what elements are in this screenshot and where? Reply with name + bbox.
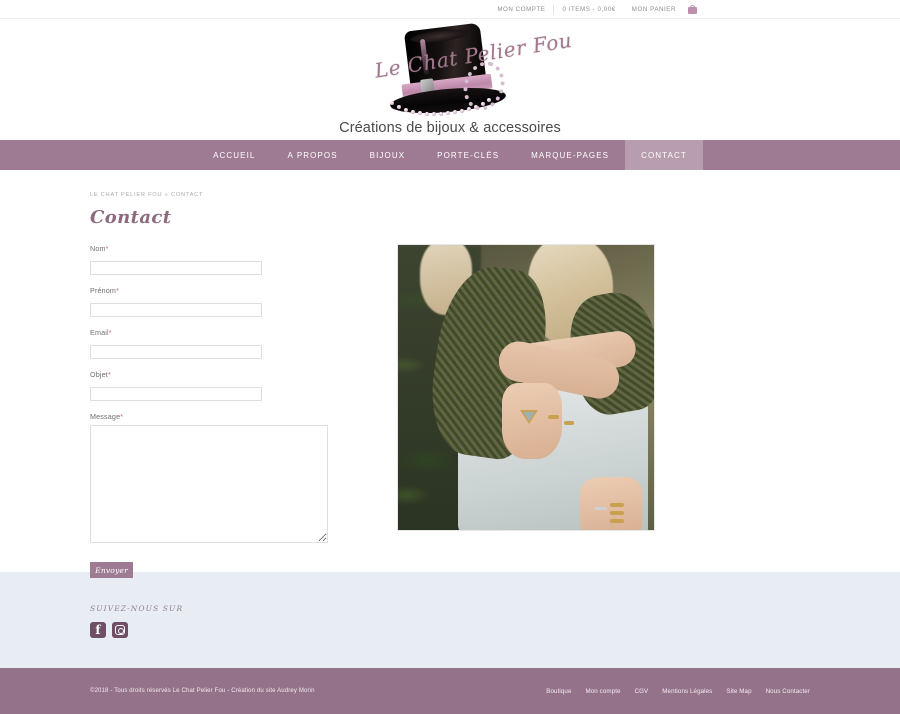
- contact-photo: [397, 244, 655, 531]
- page-title: Contact: [90, 207, 172, 228]
- footer-link-mon-compte[interactable]: Mon compte: [586, 688, 621, 695]
- required-star: *: [105, 244, 109, 253]
- label-nom: Nom*: [90, 244, 352, 253]
- site-logo-block[interactable]: Le Chat Pelier Fou Créations de bijoux &…: [0, 19, 900, 140]
- instagram-glyph: [115, 625, 125, 635]
- contact-content-row: Nom* Prénom* Email* Objet* Message* Envo…: [90, 244, 810, 578]
- page-content: LE CHAT PELIER FOU » CONTACT Contact Nom…: [0, 170, 900, 578]
- ring-icon: [564, 421, 574, 425]
- ring-icon: [594, 507, 607, 510]
- breadcrumb: LE CHAT PELIER FOU » CONTACT: [90, 170, 810, 198]
- nav-item-a-propos[interactable]: A PROPOS: [272, 140, 354, 170]
- ring-icon: [610, 519, 624, 523]
- required-star: *: [120, 412, 124, 421]
- footer-copyright: ©2018 - Tous droits réservés Le Chat Pel…: [90, 688, 315, 694]
- input-email[interactable]: [90, 344, 262, 359]
- label-prenom-text: Prénom: [90, 286, 117, 295]
- nav-item-porte-cles[interactable]: PORTE-CLÉS: [421, 140, 515, 170]
- nav-item-contact[interactable]: CONTACT: [625, 140, 703, 170]
- input-objet[interactable]: [90, 386, 262, 401]
- ring-icon: [548, 415, 559, 419]
- input-prenom[interactable]: [90, 302, 262, 317]
- field-prenom: Prénom*: [90, 286, 352, 317]
- breadcrumb-home[interactable]: LE CHAT PELIER FOU: [90, 192, 162, 198]
- social-band: SUIVEZ-NOUS SUR f: [0, 572, 900, 668]
- footer-link-site-map[interactable]: Site Map: [726, 688, 751, 695]
- my-account-link[interactable]: MON COMPTE: [489, 0, 553, 19]
- top-hat-logo-icon: Le Chat Pelier Fou: [360, 22, 574, 118]
- breadcrumb-separator: »: [164, 192, 169, 198]
- input-nom[interactable]: [90, 260, 262, 275]
- logo-tagline: Créations de bijoux & accessoires: [339, 120, 561, 136]
- label-message: Message*: [90, 412, 352, 421]
- top-utility-bar: MON COMPTE 0 ITEMS - 0,00€ MON PANIER: [0, 0, 900, 19]
- label-prenom: Prénom*: [90, 286, 352, 295]
- field-email: Email*: [90, 328, 352, 359]
- ring-icon: [520, 410, 538, 424]
- footer-link-cgv[interactable]: CGV: [635, 688, 649, 695]
- footer-links: Boutique Mon compte CGV Mentions Légales…: [546, 688, 810, 695]
- footer-link-boutique[interactable]: Boutique: [546, 688, 571, 695]
- label-message-text: Message: [90, 412, 121, 421]
- facebook-glyph: f: [95, 623, 101, 637]
- nav-item-marque-pages[interactable]: MARQUE-PAGES: [515, 140, 625, 170]
- ring-icon: [610, 511, 624, 515]
- social-title: SUIVEZ-NOUS SUR: [90, 604, 184, 613]
- required-star: *: [116, 286, 120, 295]
- required-star: *: [107, 370, 111, 379]
- label-objet: Objet*: [90, 370, 352, 379]
- shopping-bag-icon[interactable]: [688, 4, 697, 14]
- my-cart-link[interactable]: MON PANIER: [624, 0, 684, 19]
- nav-item-bijoux[interactable]: BIJOUX: [354, 140, 422, 170]
- field-message: Message*: [90, 412, 352, 543]
- nav-item-accueil[interactable]: ACCUEIL: [197, 140, 271, 170]
- input-message[interactable]: [90, 425, 328, 543]
- label-objet-text: Objet: [90, 370, 108, 379]
- ring-icon: [610, 503, 624, 507]
- field-objet: Objet*: [90, 370, 352, 401]
- site-footer: ©2018 - Tous droits réservés Le Chat Pel…: [0, 668, 900, 714]
- required-star: *: [108, 328, 112, 337]
- footer-link-mentions-legales[interactable]: Mentions Légales: [662, 688, 712, 695]
- social-icons: f: [90, 622, 810, 638]
- instagram-icon[interactable]: [112, 622, 128, 638]
- cart-summary-label[interactable]: 0 ITEMS - 0,00€: [554, 0, 623, 19]
- field-nom: Nom*: [90, 244, 352, 275]
- pearl-row-icon: [386, 83, 528, 117]
- facebook-icon[interactable]: f: [90, 622, 106, 638]
- top-utility-links: MON COMPTE 0 ITEMS - 0,00€ MON PANIER: [489, 0, 697, 19]
- footer-link-nous-contacter[interactable]: Nous Contacter: [766, 688, 810, 695]
- main-navigation: ACCUEIL A PROPOS BIJOUX PORTE-CLÉS MARQU…: [0, 140, 900, 170]
- contact-photo-column: [397, 244, 655, 578]
- contact-form: Nom* Prénom* Email* Objet* Message* Envo…: [90, 244, 352, 578]
- breadcrumb-current: CONTACT: [170, 192, 204, 198]
- label-nom-text: Nom: [90, 244, 106, 253]
- label-email: Email*: [90, 328, 352, 337]
- label-email-text: Email: [90, 328, 109, 337]
